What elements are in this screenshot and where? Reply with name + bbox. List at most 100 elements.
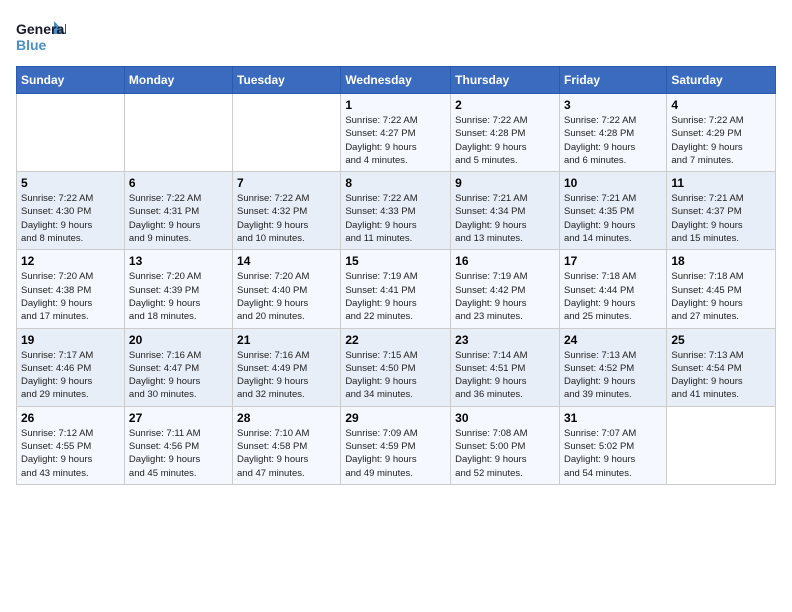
calendar-cell: 17Sunrise: 7:18 AM Sunset: 4:44 PM Dayli…: [559, 250, 666, 328]
day-number: 13: [129, 254, 228, 268]
calendar-cell: 21 Sunrise: 7:16 AM Sunset: 4:49 PM Dayli…: [233, 328, 341, 406]
week-row-4: 26Sunrise: 7:12 AM Sunset: 4:55 PM Dayli…: [17, 406, 776, 484]
cell-info: Sunrise: 7:13 AM Sunset: 4:54 PM Dayligh…: [671, 349, 771, 402]
day-number: 1: [345, 98, 446, 112]
day-number: 19: [21, 333, 120, 347]
calendar-cell: 4 Sunrise: 7:22 AM Sunset: 4:29 PM Daylig…: [667, 94, 776, 172]
header-cell-saturday: Saturday: [667, 67, 776, 94]
cell-info: Sunrise: 7:17 AM Sunset: 4:46 PM Dayligh…: [21, 349, 120, 402]
svg-text:Blue: Blue: [16, 37, 47, 53]
calendar-cell: [17, 94, 125, 172]
calendar-cell: 12 Sunrise: 7:20 AM Sunset: 4:38 PM Dayli…: [17, 250, 125, 328]
cell-info: Sunrise: 7:21 AM Sunset: 4:37 PM Dayligh…: [671, 192, 771, 245]
header-cell-tuesday: Tuesday: [233, 67, 341, 94]
calendar-cell: 20 Sunrise: 7:16 AM Sunset: 4:47 PM Dayli…: [124, 328, 232, 406]
calendar-cell: 24 Sunrise: 7:13 AM Sunset: 4:52 PM Dayli…: [559, 328, 666, 406]
calendar-cell: 9 Sunrise: 7:21 AM Sunset: 4:34 PM Daylig…: [451, 172, 560, 250]
calendar-cell: 5 Sunrise: 7:22 AM Sunset: 4:30 PM Daylig…: [17, 172, 125, 250]
day-number: 10: [564, 176, 662, 190]
day-number: 24: [564, 333, 662, 347]
cell-info: Sunrise: 7:22 AM Sunset: 4:31 PM Dayligh…: [129, 192, 228, 245]
header-cell-thursday: Thursday: [451, 67, 560, 94]
calendar-cell: [233, 94, 341, 172]
calendar-cell: 2Sunrise: 7:22 AM Sunset: 4:28 PM Daylig…: [451, 94, 560, 172]
calendar-cell: 29 Sunrise: 7:09 AM Sunset: 4:59 PM Dayli…: [341, 406, 451, 484]
day-number: 20: [129, 333, 228, 347]
cell-info: Sunrise: 7:22 AM Sunset: 4:32 PM Dayligh…: [237, 192, 336, 245]
cell-info: Sunrise: 7:22 AM Sunset: 4:28 PM Dayligh…: [455, 114, 555, 167]
header-row: SundayMondayTuesdayWednesdayThursdayFrid…: [17, 67, 776, 94]
day-number: 5: [21, 176, 120, 190]
week-row-0: 1 Sunrise: 7:22 AM Sunset: 4:27 PM Daylig…: [17, 94, 776, 172]
day-number: 28: [237, 411, 336, 425]
cell-info: Sunrise: 7:13 AM Sunset: 4:52 PM Dayligh…: [564, 349, 662, 402]
calendar-cell: 27 Sunrise: 7:11 AM Sunset: 4:56 PM Dayli…: [124, 406, 232, 484]
calendar-cell: 15 Sunrise: 7:19 AM Sunset: 4:41 PM Dayli…: [341, 250, 451, 328]
calendar-header: SundayMondayTuesdayWednesdayThursdayFrid…: [17, 67, 776, 94]
cell-info: Sunrise: 7:21 AM Sunset: 4:35 PM Dayligh…: [564, 192, 662, 245]
day-number: 31: [564, 411, 662, 425]
cell-info: Sunrise: 7:07 AM Sunset: 5:02 PM Dayligh…: [564, 427, 662, 480]
cell-info: Sunrise: 7:08 AM Sunset: 5:00 PM Dayligh…: [455, 427, 555, 480]
cell-info: Sunrise: 7:10 AM Sunset: 4:58 PM Dayligh…: [237, 427, 336, 480]
logo: GeneralBlue: [16, 16, 66, 56]
calendar-cell: 11 Sunrise: 7:21 AM Sunset: 4:37 PM Dayli…: [667, 172, 776, 250]
header-cell-wednesday: Wednesday: [341, 67, 451, 94]
calendar-cell: 3Sunrise: 7:22 AM Sunset: 4:28 PM Daylig…: [559, 94, 666, 172]
cell-info: Sunrise: 7:09 AM Sunset: 4:59 PM Dayligh…: [345, 427, 446, 480]
calendar-table: SundayMondayTuesdayWednesdayThursdayFrid…: [16, 66, 776, 485]
cell-info: Sunrise: 7:15 AM Sunset: 4:50 PM Dayligh…: [345, 349, 446, 402]
calendar-cell: 22 Sunrise: 7:15 AM Sunset: 4:50 PM Dayli…: [341, 328, 451, 406]
calendar-cell: 31 Sunrise: 7:07 AM Sunset: 5:02 PM Dayli…: [559, 406, 666, 484]
day-number: 4: [671, 98, 771, 112]
day-number: 22: [345, 333, 446, 347]
cell-info: Sunrise: 7:20 AM Sunset: 4:38 PM Dayligh…: [21, 270, 120, 323]
day-number: 30: [455, 411, 555, 425]
calendar-cell: 18Sunrise: 7:18 AM Sunset: 4:45 PM Dayli…: [667, 250, 776, 328]
calendar-cell: 30 Sunrise: 7:08 AM Sunset: 5:00 PM Dayli…: [451, 406, 560, 484]
calendar-cell: 8 Sunrise: 7:22 AM Sunset: 4:33 PM Daylig…: [341, 172, 451, 250]
calendar-cell: 1 Sunrise: 7:22 AM Sunset: 4:27 PM Daylig…: [341, 94, 451, 172]
calendar-cell: 25Sunrise: 7:13 AM Sunset: 4:54 PM Dayli…: [667, 328, 776, 406]
cell-info: Sunrise: 7:21 AM Sunset: 4:34 PM Dayligh…: [455, 192, 555, 245]
cell-info: Sunrise: 7:14 AM Sunset: 4:51 PM Dayligh…: [455, 349, 555, 402]
day-number: 11: [671, 176, 771, 190]
calendar-cell: 10 Sunrise: 7:21 AM Sunset: 4:35 PM Dayli…: [559, 172, 666, 250]
calendar-cell: 6 Sunrise: 7:22 AM Sunset: 4:31 PM Daylig…: [124, 172, 232, 250]
calendar-cell: 7Sunrise: 7:22 AM Sunset: 4:32 PM Daylig…: [233, 172, 341, 250]
day-number: 21: [237, 333, 336, 347]
day-number: 23: [455, 333, 555, 347]
page-header: GeneralBlue: [16, 16, 776, 56]
logo-svg: GeneralBlue: [16, 16, 66, 56]
cell-info: Sunrise: 7:19 AM Sunset: 4:42 PM Dayligh…: [455, 270, 555, 323]
calendar-cell: 19 Sunrise: 7:17 AM Sunset: 4:46 PM Dayli…: [17, 328, 125, 406]
day-number: 12: [21, 254, 120, 268]
cell-info: Sunrise: 7:22 AM Sunset: 4:30 PM Dayligh…: [21, 192, 120, 245]
day-number: 15: [345, 254, 446, 268]
day-number: 17: [564, 254, 662, 268]
week-row-1: 5 Sunrise: 7:22 AM Sunset: 4:30 PM Daylig…: [17, 172, 776, 250]
calendar-cell: [124, 94, 232, 172]
calendar-cell: 26Sunrise: 7:12 AM Sunset: 4:55 PM Dayli…: [17, 406, 125, 484]
cell-info: Sunrise: 7:16 AM Sunset: 4:49 PM Dayligh…: [237, 349, 336, 402]
cell-info: Sunrise: 7:22 AM Sunset: 4:27 PM Dayligh…: [345, 114, 446, 167]
cell-info: Sunrise: 7:16 AM Sunset: 4:47 PM Dayligh…: [129, 349, 228, 402]
day-number: 26: [21, 411, 120, 425]
cell-info: Sunrise: 7:20 AM Sunset: 4:40 PM Dayligh…: [237, 270, 336, 323]
calendar-cell: 16Sunrise: 7:19 AM Sunset: 4:42 PM Dayli…: [451, 250, 560, 328]
cell-info: Sunrise: 7:18 AM Sunset: 4:45 PM Dayligh…: [671, 270, 771, 323]
cell-info: Sunrise: 7:11 AM Sunset: 4:56 PM Dayligh…: [129, 427, 228, 480]
cell-info: Sunrise: 7:22 AM Sunset: 4:29 PM Dayligh…: [671, 114, 771, 167]
day-number: 29: [345, 411, 446, 425]
day-number: 9: [455, 176, 555, 190]
cell-info: Sunrise: 7:22 AM Sunset: 4:28 PM Dayligh…: [564, 114, 662, 167]
day-number: 8: [345, 176, 446, 190]
cell-info: Sunrise: 7:19 AM Sunset: 4:41 PM Dayligh…: [345, 270, 446, 323]
header-cell-friday: Friday: [559, 67, 666, 94]
day-number: 6: [129, 176, 228, 190]
calendar-body: 1 Sunrise: 7:22 AM Sunset: 4:27 PM Daylig…: [17, 94, 776, 485]
cell-info: Sunrise: 7:22 AM Sunset: 4:33 PM Dayligh…: [345, 192, 446, 245]
svg-text:General: General: [16, 21, 66, 37]
day-number: 14: [237, 254, 336, 268]
day-number: 27: [129, 411, 228, 425]
